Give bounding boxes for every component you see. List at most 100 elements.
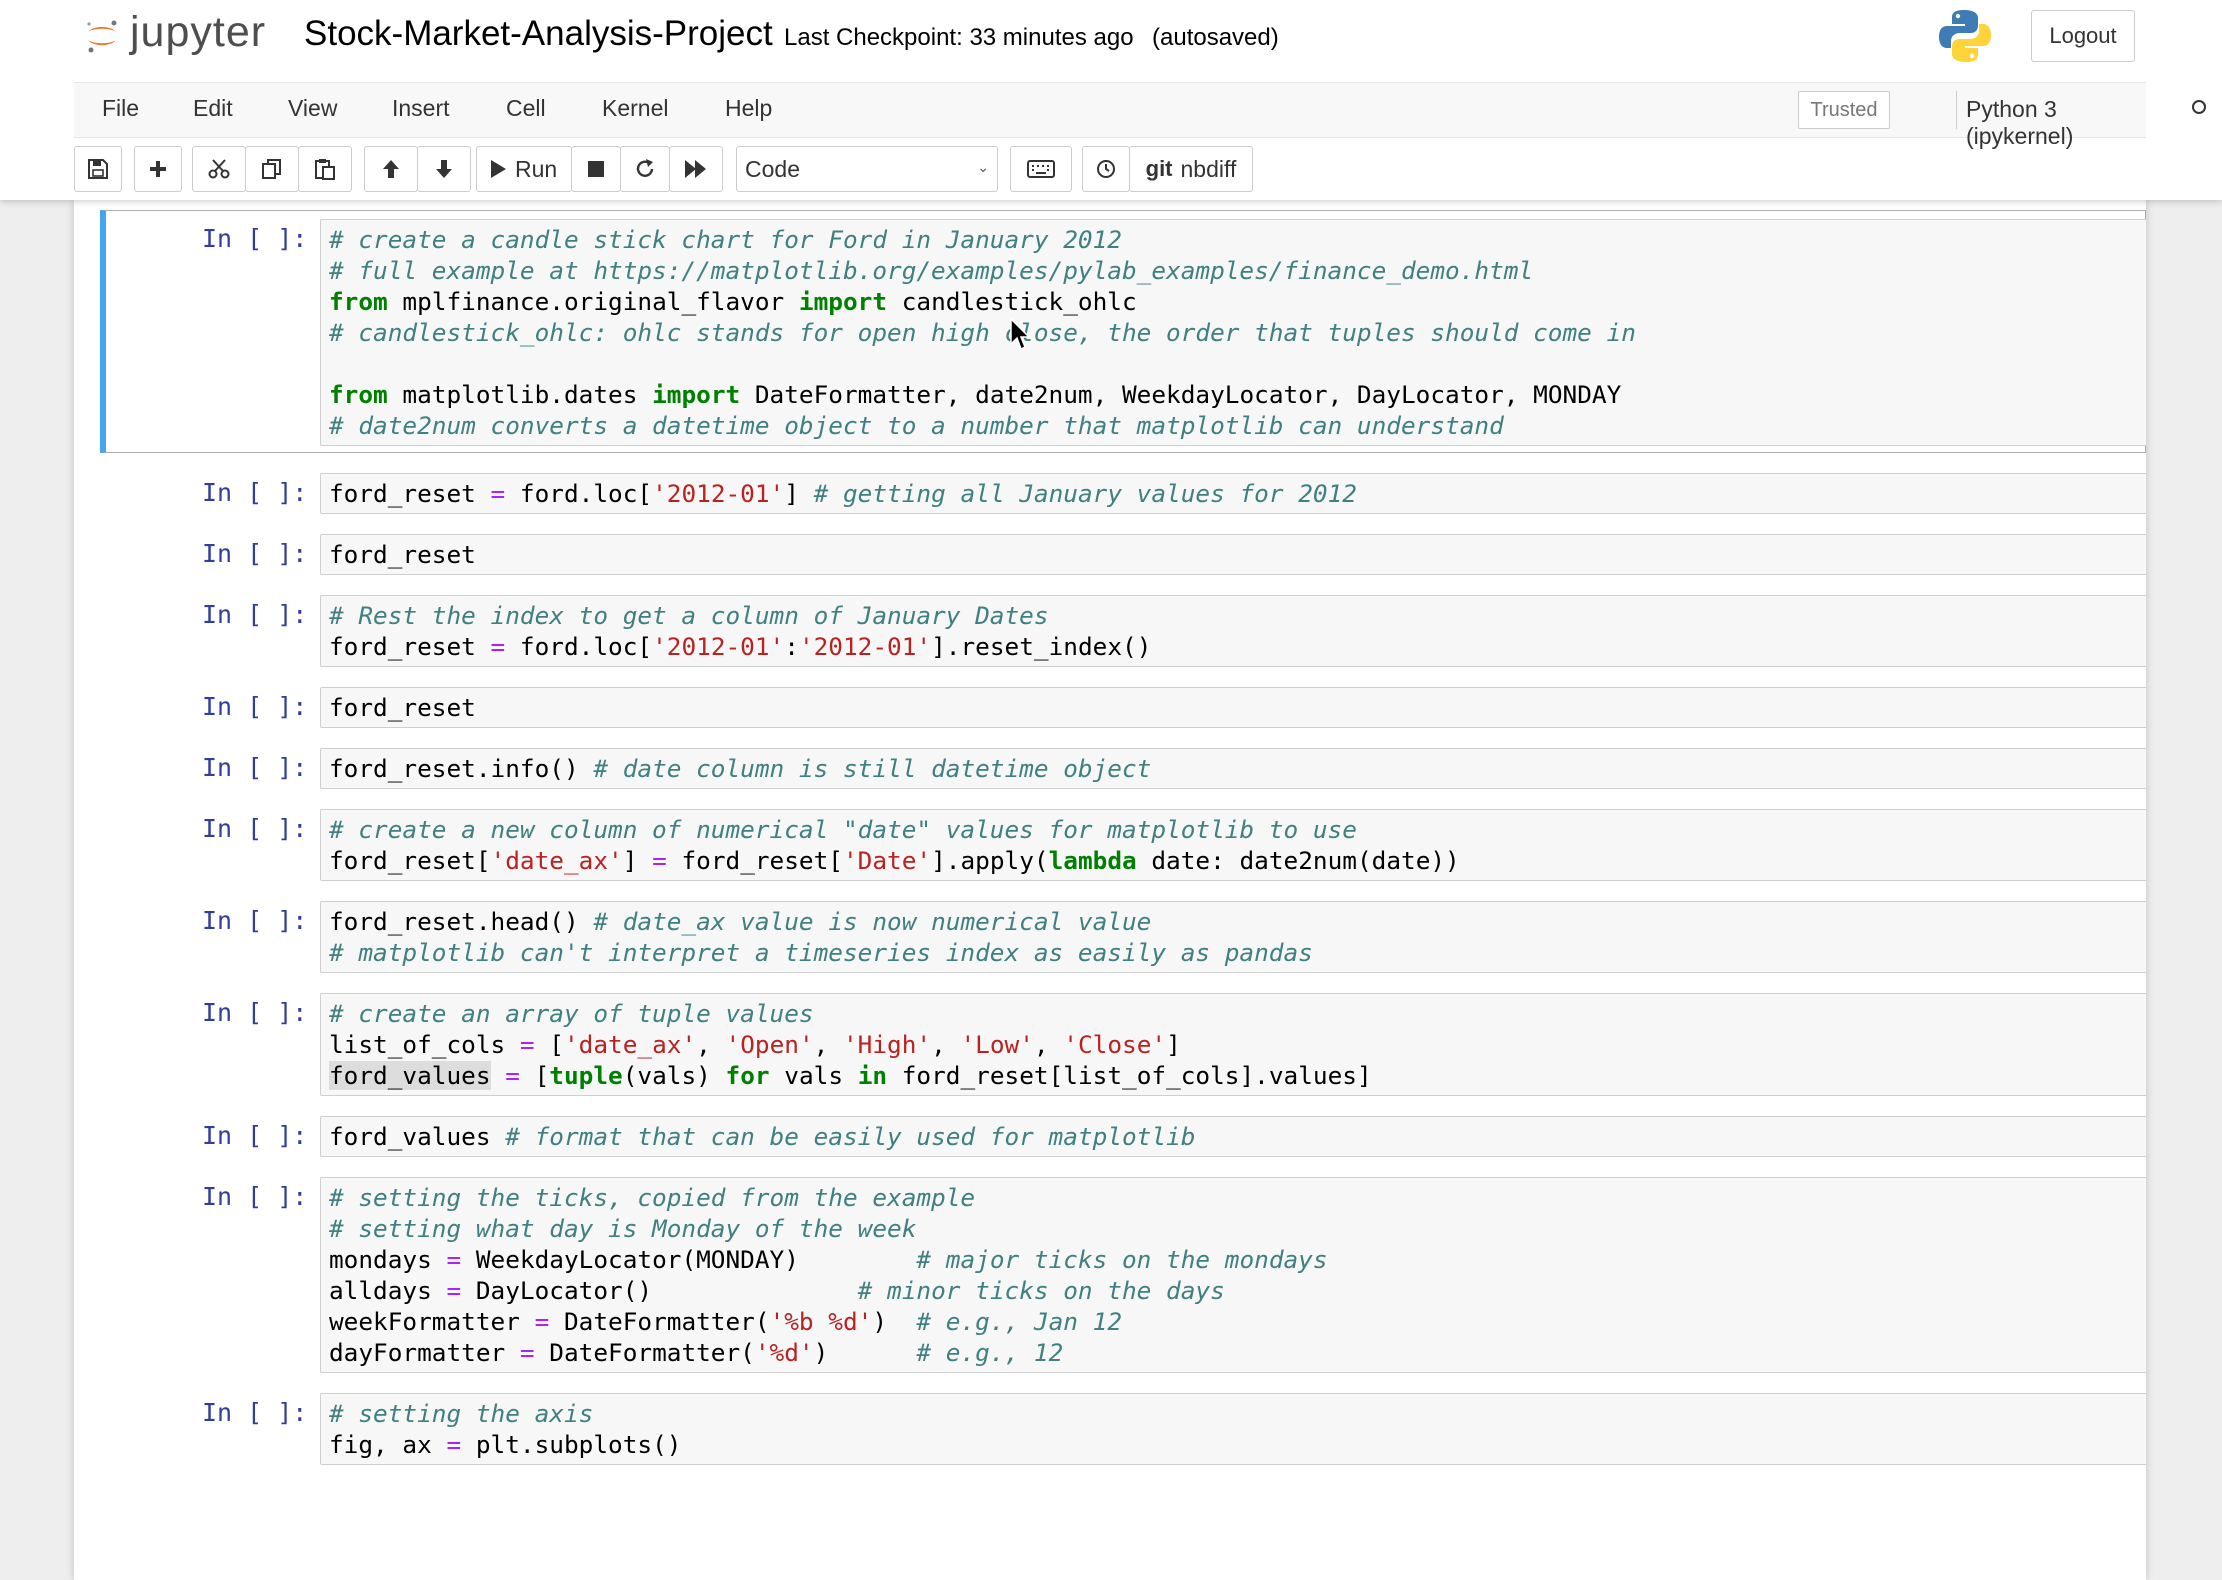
code-text: ] (622, 846, 653, 875)
interrupt-button[interactable] (571, 146, 621, 192)
code-line: from matplotlib.dates import DateFormatt… (329, 379, 2146, 410)
run-button[interactable]: Run (476, 146, 572, 192)
command-palette-button[interactable] (1010, 146, 1072, 192)
code-cell[interactable]: In [ ]: ford_reset (74, 534, 2146, 575)
code-operator: = (652, 846, 667, 875)
code-keyword: lambda (1048, 846, 1137, 875)
code-keyword: in (857, 1061, 888, 1090)
cell-type-select[interactable]: Code ⌄ (736, 146, 998, 192)
code-input-area[interactable]: ford_reset (320, 534, 2146, 575)
cut-button[interactable] (192, 146, 246, 192)
jupyter-logo-text: jupyter (130, 8, 267, 56)
move-up-button[interactable] (364, 146, 418, 192)
code-line: ford_reset = ford.loc['2012-01':'2012-01… (329, 631, 2146, 662)
code-line: # candlestick_ohlc: ohlc stands for open… (329, 317, 2146, 348)
code-cell[interactable]: In [ ]: ford_reset = ford.loc['2012-01'] … (74, 473, 2146, 514)
insert-cell-button[interactable] (134, 146, 182, 192)
code-line: weekFormatter = DateFormatter('%b %d') #… (329, 1306, 2146, 1337)
restart-run-all-button[interactable] (669, 146, 723, 192)
code-input-area[interactable]: ford_reset.info() # date column is still… (320, 748, 2146, 789)
code-comment: # matplotlib can't interpret a timeserie… (329, 938, 1313, 967)
code-cell[interactable]: In [ ]: # setting the ticks, copied from … (74, 1177, 2146, 1373)
trusted-indicator[interactable]: Trusted (1798, 91, 1890, 129)
code-input-area[interactable]: ford_reset.head() # date_ax value is now… (320, 901, 2146, 973)
notebook-name[interactable]: Stock-Market-Analysis-Project (300, 12, 777, 56)
checkpoint-status: Last Checkpoint: 33 minutes ago (784, 24, 1134, 51)
code-text: ford_reset[ (666, 846, 843, 875)
code-input-area[interactable]: # setting the axis fig, ax = plt.subplots… (320, 1393, 2146, 1465)
code-input-area[interactable]: # create an array of tuple values list_of… (320, 993, 2146, 1096)
code-cell[interactable]: In [ ]: ford_reset.head() # date_ax value… (74, 901, 2146, 973)
menu-edit[interactable]: Edit (193, 95, 233, 122)
code-comment: # create a new column of numerical "date… (329, 815, 1357, 844)
code-input-area[interactable]: # create a new column of numerical "date… (320, 809, 2146, 881)
code-keyword: import (798, 287, 888, 316)
code-cell[interactable]: In [ ]: # create a candle stick chart for… (100, 210, 2146, 453)
code-text: ] (1166, 1030, 1181, 1059)
code-cell[interactable]: In [ ]: # create an array of tuple values… (74, 993, 2146, 1096)
code-comment: # format that can be easily used for mat… (505, 1122, 1196, 1151)
code-text: WeekdayLocator(MONDAY) (461, 1245, 917, 1274)
code-comment: # setting what day is Monday of the week (329, 1214, 917, 1243)
code-keyword: for (725, 1061, 770, 1090)
autosave-status: (autosaved) (1152, 24, 1279, 51)
move-down-button[interactable] (417, 146, 471, 192)
code-text: candlestick_ohlc (887, 287, 1137, 316)
code-cell[interactable]: In [ ]: # Rest the index to get a column … (74, 595, 2146, 667)
menu-file[interactable]: File (102, 95, 139, 122)
menubar: File Edit View Insert Cell Kernel Help T… (74, 82, 2206, 149)
logout-button[interactable]: Logout (2031, 10, 2135, 62)
save-button[interactable] (74, 146, 122, 192)
code-input-area[interactable]: ford_reset = ford.loc['2012-01'] # getti… (320, 473, 2146, 514)
code-text: ford_reset.info() (329, 754, 594, 783)
code-line: # setting what day is Monday of the week (329, 1213, 2146, 1244)
code-cell[interactable]: In [ ]: # setting the axis fig, ax = plt.s… (74, 1393, 2146, 1465)
kernel-name[interactable]: Python 3 (ipykernel) (1966, 96, 2146, 150)
code-input-area[interactable]: # create a candle stick chart for Ford i… (320, 219, 2146, 446)
copy-icon (262, 159, 281, 179)
notebook-container: In [ ]: # create a candle stick chart for… (74, 200, 2146, 1580)
code-line: ford_reset.info() # date column is still… (329, 753, 2146, 784)
toolbar: Run Code ⌄ git nbdiff (74, 146, 1574, 192)
code-text: ford_reset (329, 540, 476, 569)
code-input-area[interactable]: # setting the ticks, copied from the exa… (320, 1177, 2146, 1373)
code-line: # date2num converts a datetime object to… (329, 410, 2146, 441)
code-input-area[interactable]: ford_reset (320, 687, 2146, 728)
code-string: '2012-01' (652, 632, 785, 661)
paste-button[interactable] (298, 146, 352, 192)
arrow-up-icon (383, 160, 399, 178)
nbdiff-button[interactable]: git nbdiff (1129, 146, 1253, 192)
code-cell[interactable]: In [ ]: # create a new column of numerica… (74, 809, 2146, 881)
jupyter-logo[interactable]: jupyter (80, 6, 280, 66)
fast-forward-icon (685, 160, 706, 178)
code-line: # Rest the index to get a column of Janu… (329, 600, 2146, 631)
code-comment: # create an array of tuple values (329, 999, 814, 1028)
code-string: 'date_ax' (490, 846, 623, 875)
code-string: '2012-01' (798, 632, 932, 661)
code-text: ford_reset (329, 479, 491, 508)
code-string: 'date_ax' (563, 1030, 697, 1059)
code-text: ford_reset.head() (329, 907, 594, 936)
copy-button[interactable] (245, 146, 299, 192)
restart-kernel-button[interactable] (620, 146, 670, 192)
code-line: ford_reset['date_ax'] = ford_reset['Date… (329, 845, 2146, 876)
code-input-area[interactable]: # Rest the index to get a column of Janu… (320, 595, 2146, 667)
code-input-area[interactable]: ford_values # format that can be easily … (320, 1116, 2146, 1157)
menu-kernel[interactable]: Kernel (602, 95, 668, 122)
code-text: ford_reset (329, 693, 476, 722)
code-comment: # Rest the index to get a column of Janu… (329, 601, 1049, 630)
code-cell[interactable]: In [ ]: ford_reset (74, 687, 2146, 728)
history-icon (1097, 160, 1115, 178)
menu-view[interactable]: View (288, 95, 337, 122)
menu-insert[interactable]: Insert (392, 95, 450, 122)
code-comment: # minor ticks on the days (857, 1276, 1225, 1305)
code-text: ford_reset (329, 632, 491, 661)
code-text: : (784, 632, 799, 661)
menu-help[interactable]: Help (725, 95, 772, 122)
code-cell[interactable]: In [ ]: ford_reset.info() # date column i… (74, 748, 2146, 789)
code-text: [ (519, 1061, 550, 1090)
history-button[interactable] (1082, 146, 1130, 192)
code-cell[interactable]: In [ ]: ford_values # format that can be … (74, 1116, 2146, 1157)
menu-cell[interactable]: Cell (506, 95, 546, 122)
